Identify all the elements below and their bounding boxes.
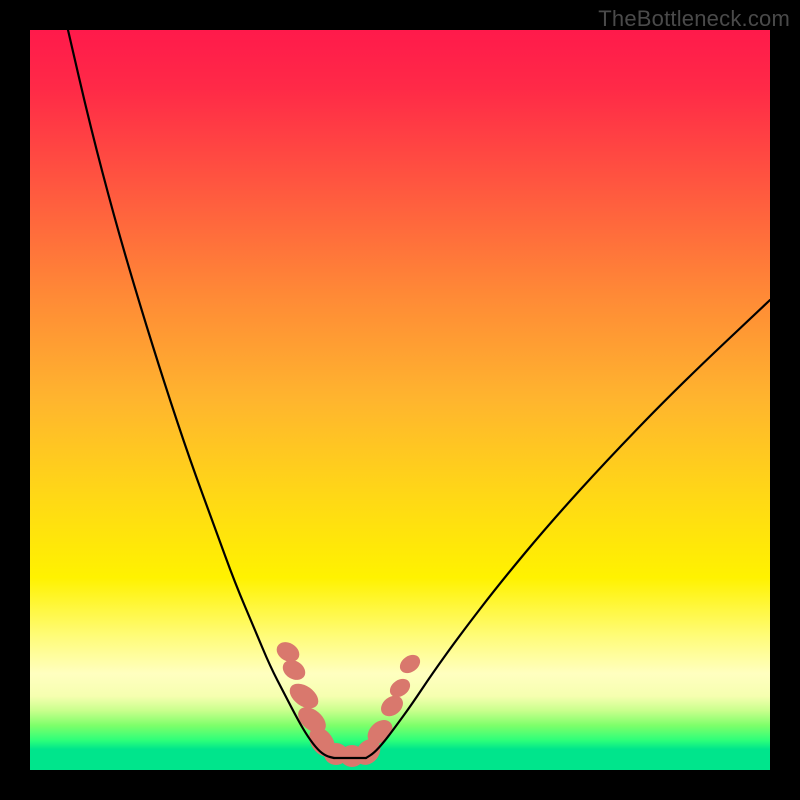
plot-area — [30, 30, 770, 770]
chart-frame: TheBottleneck.com — [0, 0, 800, 800]
watermark-text: TheBottleneck.com — [598, 6, 790, 32]
right-curve — [366, 300, 770, 758]
marker-dot — [396, 651, 423, 677]
curve-layer — [30, 30, 770, 770]
marker-layer — [273, 638, 423, 770]
